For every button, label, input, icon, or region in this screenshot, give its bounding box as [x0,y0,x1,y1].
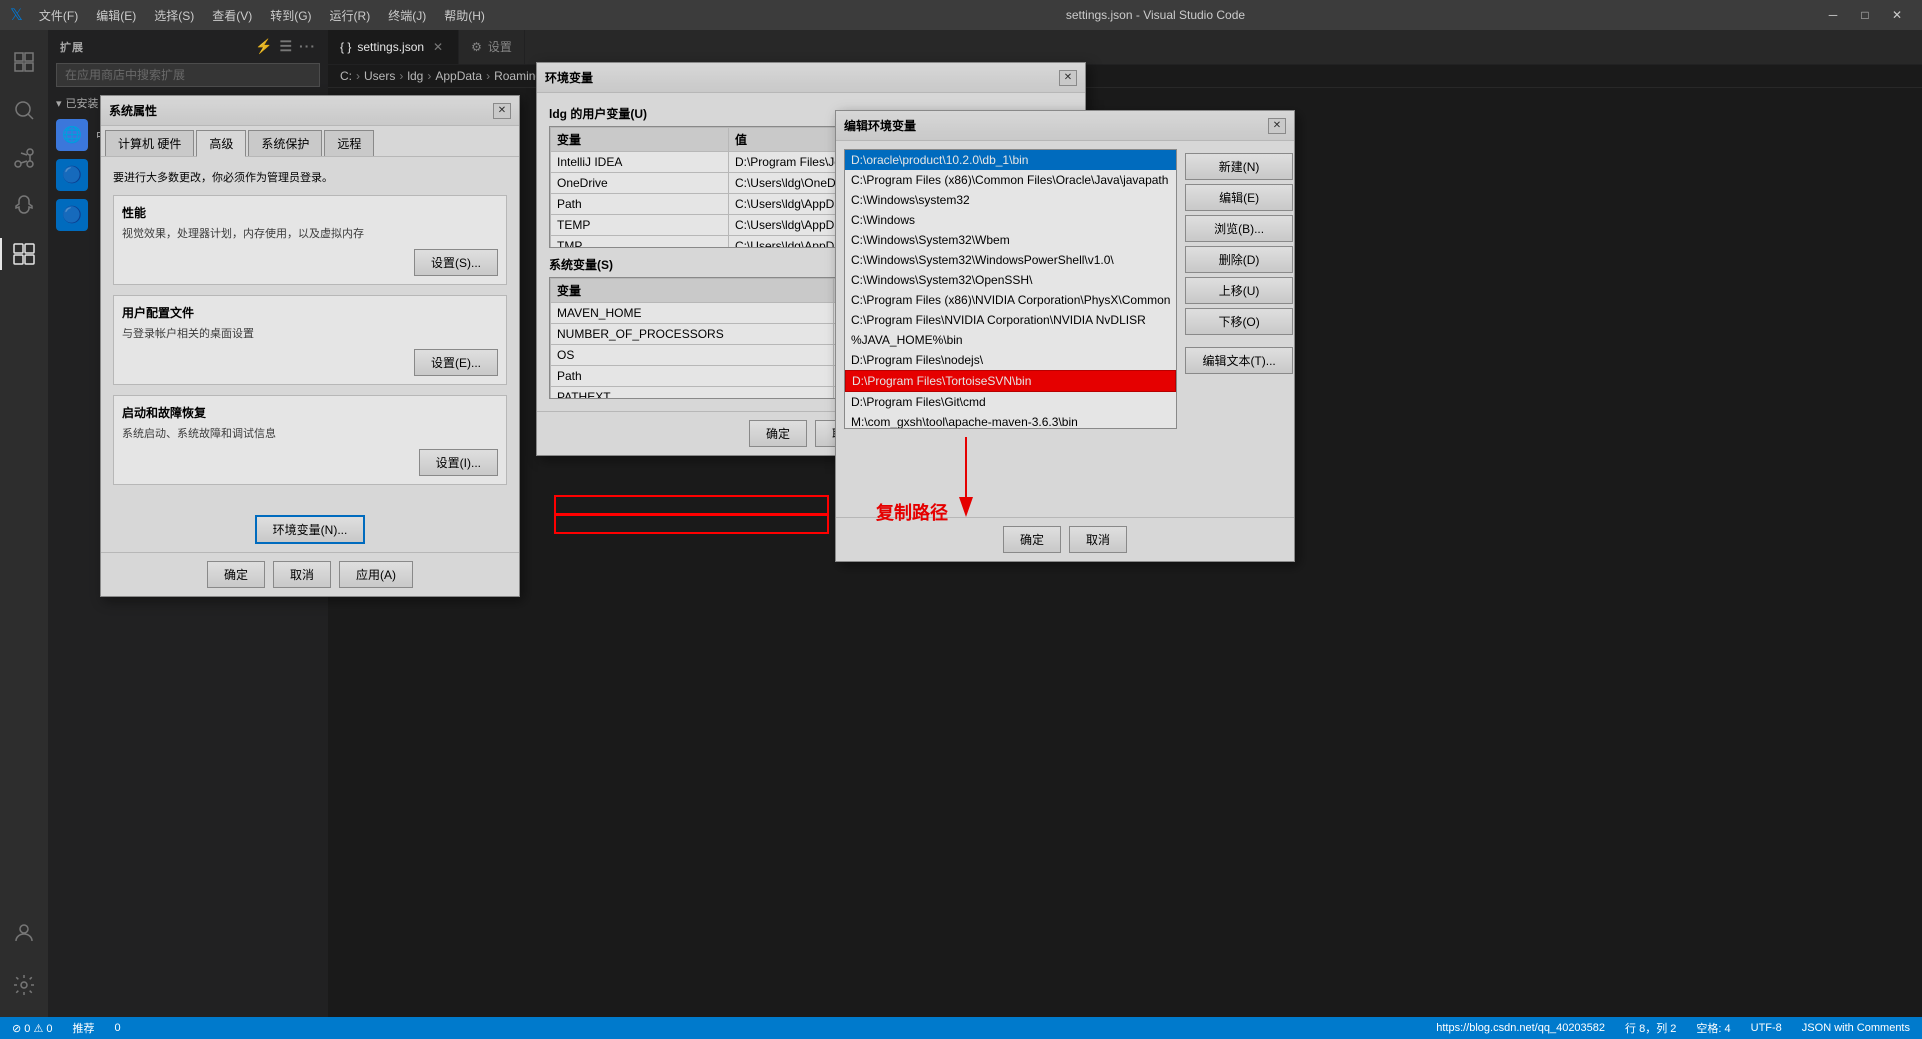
status-badge[interactable]: 0 [111,1022,125,1034]
menu-run[interactable]: 运行(R) [322,5,379,26]
dialog-overlay [0,30,1922,1017]
warning-count: 0 [46,1023,52,1035]
status-bar: ⊘ 0 ⚠ 0 推荐 0 https://blog.csdn.net/qq_40… [0,1017,1922,1039]
status-link[interactable]: https://blog.csdn.net/qq_40203582 [1432,1022,1609,1034]
menu-help[interactable]: 帮助(H) [436,5,493,26]
window-controls: ─ □ ✕ [1818,0,1912,30]
titlebar: 𝕏 文件(F) 编辑(E) 选择(S) 查看(V) 转到(G) 运行(R) 终端… [0,0,1922,30]
menu-edit[interactable]: 编辑(E) [88,5,144,26]
error-icon: ⊘ [12,1023,21,1035]
status-spaces[interactable]: 空格: 4 [1692,1020,1734,1036]
window-title: settings.json - Visual Studio Code [493,8,1818,22]
menu-bar: 文件(F) 编辑(E) 选择(S) 查看(V) 转到(G) 运行(R) 终端(J… [31,5,493,26]
status-errors[interactable]: ⊘ 0 ⚠ 0 [8,1022,57,1035]
warning-icon: ⚠ [33,1023,43,1035]
status-right: https://blog.csdn.net/qq_40203582 行 8，列 … [1432,1020,1914,1036]
status-line-col[interactable]: 行 8，列 2 [1621,1020,1680,1036]
minimize-button[interactable]: ─ [1818,0,1848,30]
status-branch[interactable]: 推荐 [69,1020,99,1036]
menu-terminal[interactable]: 终端(J) [380,5,434,26]
menu-goto[interactable]: 转到(G) [262,5,319,26]
close-button[interactable]: ✕ [1882,0,1912,30]
menu-view[interactable]: 查看(V) [204,5,260,26]
status-line-ending[interactable]: JSON with Comments [1798,1022,1914,1034]
vscode-icon: 𝕏 [10,5,23,25]
menu-file[interactable]: 文件(F) [31,5,86,26]
maximize-button[interactable]: □ [1850,0,1880,30]
error-count: 0 [24,1023,30,1035]
status-left: ⊘ 0 ⚠ 0 推荐 0 [8,1020,125,1036]
menu-select[interactable]: 选择(S) [146,5,202,26]
status-encoding[interactable]: UTF-8 [1747,1022,1786,1034]
